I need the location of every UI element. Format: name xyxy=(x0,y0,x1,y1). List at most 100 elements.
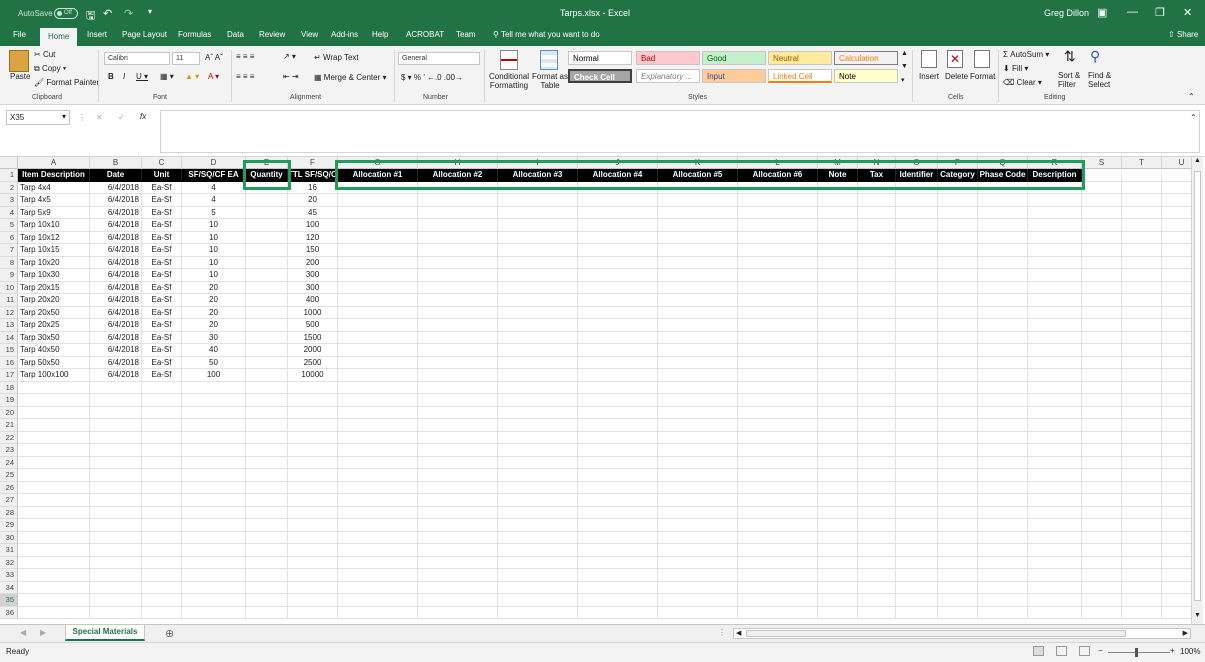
cell[interactable] xyxy=(1122,519,1162,532)
cell[interactable] xyxy=(338,444,418,457)
cell[interactable] xyxy=(418,581,498,594)
cell[interactable] xyxy=(338,331,418,344)
tab-help[interactable]: Help xyxy=(372,30,388,39)
row-header[interactable]: 17 xyxy=(0,369,18,382)
cell[interactable] xyxy=(246,269,288,282)
cell[interactable] xyxy=(338,269,418,282)
cell[interactable] xyxy=(818,306,858,319)
cell[interactable] xyxy=(1082,244,1122,257)
underline-button[interactable]: U ▾ xyxy=(136,72,148,81)
expand-formula-icon[interactable]: ⌃ xyxy=(1190,113,1197,122)
minimize-icon[interactable]: — xyxy=(1127,6,1138,18)
cell[interactable] xyxy=(1028,331,1082,344)
cell[interactable] xyxy=(182,606,246,619)
cell[interactable] xyxy=(896,556,938,569)
row-header[interactable]: 6 xyxy=(0,231,18,244)
cell[interactable] xyxy=(896,544,938,557)
total-sf-cell[interactable]: 45 xyxy=(288,206,338,219)
cell[interactable] xyxy=(978,456,1028,469)
cell[interactable] xyxy=(246,356,288,369)
cell[interactable] xyxy=(498,369,578,382)
cell[interactable] xyxy=(246,494,288,507)
cell-style-good[interactable]: Good xyxy=(702,51,766,65)
cell[interactable] xyxy=(90,544,142,557)
cell[interactable] xyxy=(288,544,338,557)
row-header[interactable]: 8 xyxy=(0,256,18,269)
cell[interactable] xyxy=(938,344,978,357)
cell[interactable] xyxy=(418,381,498,394)
cell[interactable] xyxy=(578,419,658,432)
sort-filter-button[interactable]: Sort & Filter xyxy=(1058,71,1088,89)
cell[interactable] xyxy=(246,431,288,444)
find-select-button[interactable]: Find & Select xyxy=(1088,71,1118,89)
tab-insert[interactable]: Insert xyxy=(87,30,107,39)
cell[interactable] xyxy=(418,569,498,582)
cell[interactable] xyxy=(578,556,658,569)
cell-style-normal[interactable]: Normal xyxy=(568,51,632,65)
cell[interactable] xyxy=(418,506,498,519)
item-description-cell[interactable]: Tarp 10x30 xyxy=(18,269,90,282)
fill-color-icon[interactable]: ▲ ▾ xyxy=(185,72,199,81)
cell[interactable] xyxy=(578,481,658,494)
cell[interactable] xyxy=(578,431,658,444)
cell[interactable] xyxy=(338,281,418,294)
zoom-out-icon[interactable]: − xyxy=(1098,646,1103,655)
cell[interactable] xyxy=(246,594,288,607)
cell[interactable] xyxy=(498,494,578,507)
cell[interactable] xyxy=(246,544,288,557)
total-sf-cell[interactable]: 2500 xyxy=(288,356,338,369)
cell[interactable] xyxy=(498,569,578,582)
cell[interactable] xyxy=(338,206,418,219)
cell[interactable] xyxy=(578,194,658,207)
cell[interactable] xyxy=(938,519,978,532)
cell[interactable] xyxy=(818,194,858,207)
cell[interactable] xyxy=(1082,281,1122,294)
column-header-c[interactable]: C xyxy=(142,157,182,169)
cell[interactable] xyxy=(978,531,1028,544)
cell[interactable] xyxy=(818,231,858,244)
cell[interactable] xyxy=(18,544,90,557)
cell[interactable] xyxy=(858,594,896,607)
cell[interactable] xyxy=(818,506,858,519)
sf-ea-cell[interactable]: 20 xyxy=(182,306,246,319)
cell[interactable] xyxy=(578,269,658,282)
cell[interactable] xyxy=(246,606,288,619)
clear-button[interactable]: ⌫ Clear ▾ xyxy=(1003,78,1042,87)
cell[interactable] xyxy=(658,431,738,444)
cell[interactable] xyxy=(1028,606,1082,619)
cell[interactable] xyxy=(246,194,288,207)
row-header[interactable]: 23 xyxy=(0,444,18,457)
cell[interactable] xyxy=(498,406,578,419)
cell[interactable] xyxy=(978,269,1028,282)
cell[interactable] xyxy=(658,356,738,369)
vertical-scrollbar[interactable]: ▲ ▼ xyxy=(1191,157,1203,624)
number-format-combo[interactable]: General xyxy=(398,52,480,65)
cell[interactable] xyxy=(578,306,658,319)
cell[interactable] xyxy=(1028,269,1082,282)
cell[interactable] xyxy=(498,194,578,207)
date-cell[interactable]: 6/4/2018 xyxy=(90,231,142,244)
cell[interactable] xyxy=(578,256,658,269)
cell[interactable] xyxy=(1122,381,1162,394)
cell[interactable] xyxy=(1082,531,1122,544)
date-cell[interactable]: 6/4/2018 xyxy=(90,356,142,369)
cell[interactable] xyxy=(658,369,738,382)
cell[interactable] xyxy=(938,469,978,482)
cell[interactable] xyxy=(418,456,498,469)
cell[interactable] xyxy=(938,331,978,344)
cell[interactable] xyxy=(338,494,418,507)
cell[interactable] xyxy=(738,506,818,519)
cell[interactable] xyxy=(938,394,978,407)
cell[interactable] xyxy=(142,594,182,607)
cell[interactable] xyxy=(246,206,288,219)
cell[interactable] xyxy=(182,594,246,607)
cell[interactable] xyxy=(498,356,578,369)
cell[interactable] xyxy=(142,381,182,394)
cell[interactable] xyxy=(246,306,288,319)
item-description-cell[interactable]: Tarp 10x12 xyxy=(18,231,90,244)
cell[interactable] xyxy=(896,244,938,257)
cell[interactable] xyxy=(1122,269,1162,282)
cell[interactable] xyxy=(1122,369,1162,382)
cell[interactable] xyxy=(1082,606,1122,619)
autosave-toggle[interactable]: Off xyxy=(54,8,78,19)
